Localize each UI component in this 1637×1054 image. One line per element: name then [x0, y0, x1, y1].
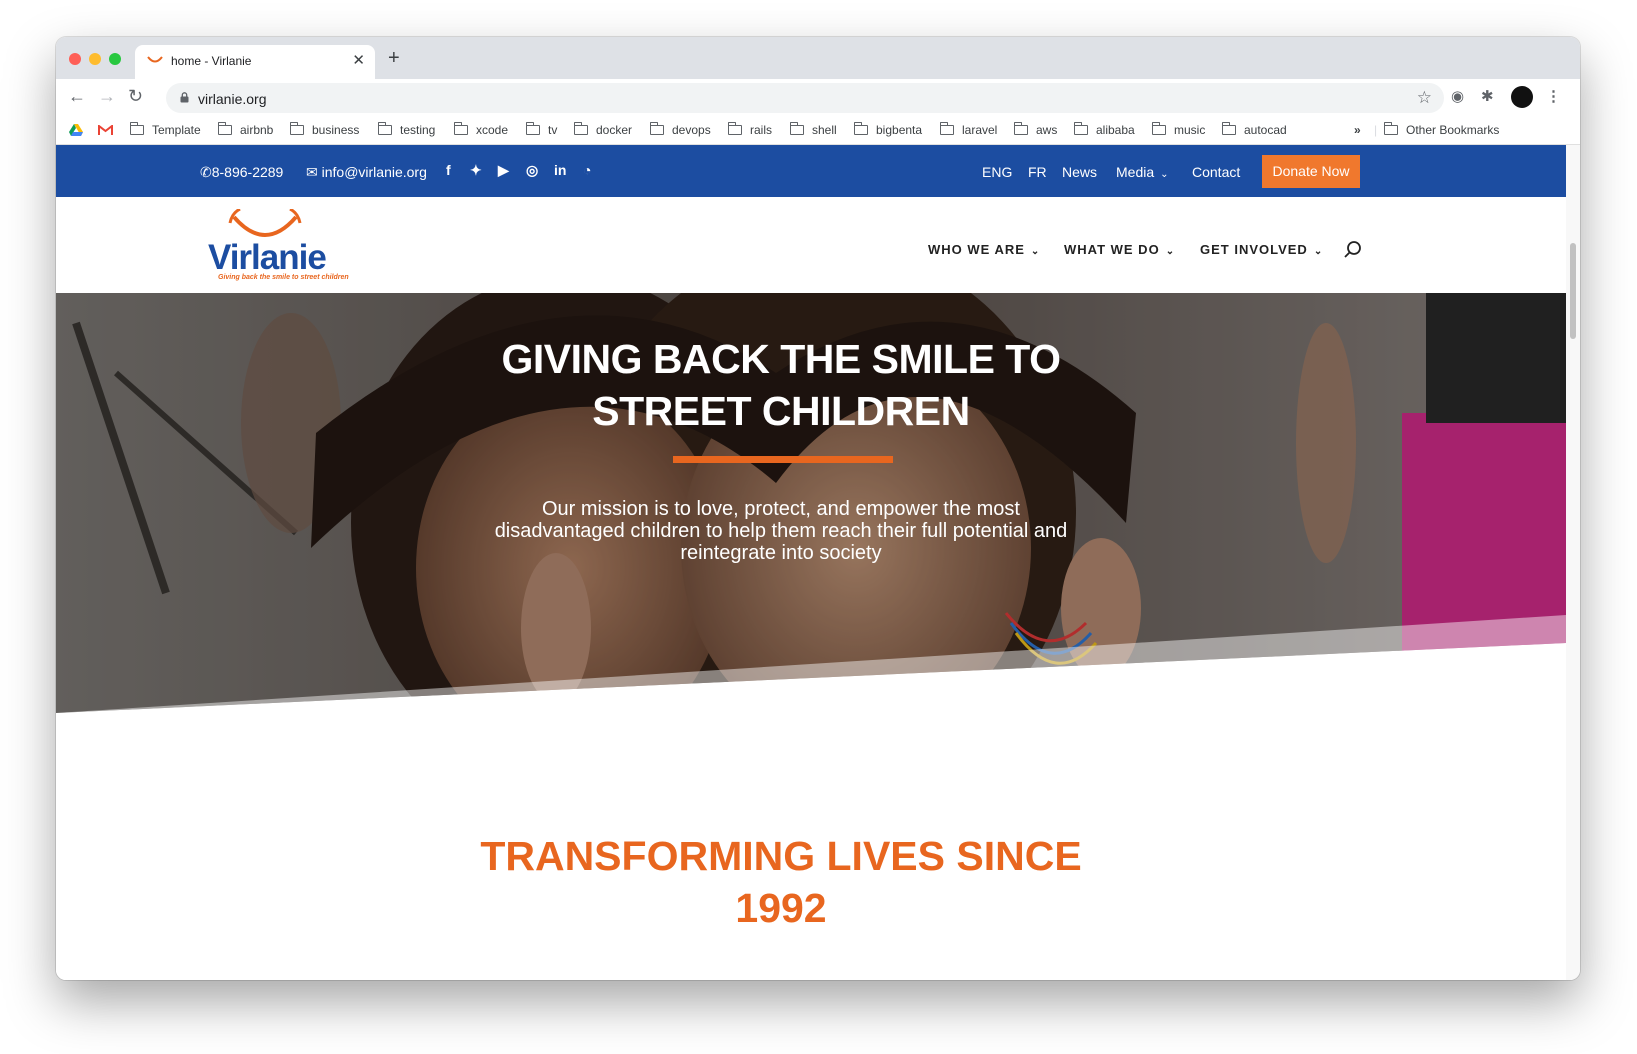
- zoom-window-button[interactable]: [109, 53, 121, 65]
- chevron-down-icon: ⌄: [1030, 246, 1041, 257]
- profile-avatar[interactable]: [1511, 86, 1533, 108]
- lang-eng-link[interactable]: ENG: [982, 164, 1012, 180]
- folder-icon: [1221, 122, 1236, 135]
- phone-link[interactable]: ✆8-896-2289: [200, 164, 283, 181]
- browser-menu-icon[interactable]: ⋮: [1546, 87, 1561, 105]
- hero-banner: GIVING BACK THE SMILE TO STREET CHILDREN…: [56, 293, 1566, 713]
- bookmark-xcode[interactable]: xcode: [453, 122, 508, 137]
- youtube-icon[interactable]: ▶: [498, 162, 509, 179]
- url-text: virlanie.org: [198, 91, 267, 107]
- page-viewport: ✆8-896-2289 ✉ info@virlanie.org f ✦ ▶ ◎ …: [56, 145, 1566, 980]
- donate-button[interactable]: Donate Now: [1262, 155, 1360, 188]
- nav-get-involved[interactable]: GET INVOLVED ⌄: [1200, 242, 1323, 257]
- folder-icon: [1383, 122, 1398, 135]
- new-tab-icon[interactable]: +: [388, 47, 400, 70]
- other-bookmarks[interactable]: Other Bookmarks: [1383, 122, 1499, 137]
- hero-subtitle: Our mission is to love, protect, and emp…: [494, 498, 1068, 564]
- nav-what-we-do[interactable]: WHAT WE DO ⌄: [1064, 242, 1175, 257]
- folder-icon: [573, 122, 588, 135]
- lang-fr-link[interactable]: FR: [1028, 164, 1047, 180]
- chevron-down-icon: ⌄: [1313, 246, 1324, 257]
- folder-icon: [129, 122, 144, 135]
- bookmark-devops[interactable]: devops: [649, 122, 711, 137]
- bookmark-laravel[interactable]: laravel: [939, 122, 997, 137]
- folder-icon: [1073, 122, 1088, 135]
- folder-icon: [453, 122, 468, 135]
- bookmark-tv[interactable]: tv: [525, 122, 557, 137]
- nav-who-we-are[interactable]: WHO WE ARE ⌄: [928, 242, 1040, 257]
- page-scrollbar[interactable]: [1566, 145, 1580, 980]
- email-link[interactable]: ✉ info@virlanie.org: [306, 164, 427, 181]
- folder-icon: [217, 122, 232, 135]
- twitter-icon[interactable]: ✦: [470, 162, 482, 179]
- bookmark-business[interactable]: business: [289, 122, 359, 137]
- intro-section: TRANSFORMING LIVES SINCE 1992: [56, 713, 1566, 980]
- folder-icon: [939, 122, 954, 135]
- browser-window: home - Virlanie ✕ + ← → ↻ virlanie.org ☆…: [56, 37, 1580, 980]
- bookmark-bigbenta[interactable]: bigbenta: [853, 122, 922, 137]
- facebook-icon[interactable]: f: [446, 162, 451, 178]
- camera-icon[interactable]: ◉: [1451, 87, 1464, 105]
- bookmarks-overflow-button[interactable]: »: [1354, 123, 1361, 137]
- folder-icon: [649, 122, 664, 135]
- browser-tab[interactable]: home - Virlanie ✕: [135, 45, 375, 79]
- bookmark-template[interactable]: Template: [129, 122, 201, 137]
- bookmarks-divider: |: [1374, 123, 1378, 137]
- site-logo[interactable]: Virlanie: [208, 238, 327, 278]
- instagram-icon[interactable]: ◎: [526, 162, 538, 179]
- forward-icon[interactable]: →: [98, 86, 116, 107]
- google-drive-icon[interactable]: [69, 124, 83, 137]
- bookmark-alibaba[interactable]: alibaba: [1073, 122, 1135, 137]
- scrollbar-thumb[interactable]: [1570, 243, 1576, 339]
- folder-icon: [789, 122, 804, 135]
- lock-icon: [180, 92, 189, 103]
- tab-close-icon[interactable]: ✕: [352, 51, 365, 69]
- bookmarks-bar: Template airbnb business testing xcode t…: [56, 117, 1580, 145]
- bookmark-autocad[interactable]: autocad: [1221, 122, 1287, 137]
- chevron-down-icon: ⌄: [1160, 169, 1169, 180]
- phone-icon: ✆: [200, 164, 212, 180]
- bookmark-shell[interactable]: shell: [789, 122, 837, 137]
- search-icon[interactable]: [1343, 240, 1363, 260]
- hero-title: GIVING BACK THE SMILE TO STREET CHILDREN: [501, 336, 1062, 434]
- folder-icon: [853, 122, 868, 135]
- folder-icon: [1151, 122, 1166, 135]
- media-menu[interactable]: Media ⌄: [1116, 164, 1169, 180]
- site-header: Virlanie Giving back the smile to street…: [56, 197, 1566, 293]
- folder-icon: [727, 122, 742, 135]
- bookmark-music[interactable]: music: [1151, 122, 1205, 137]
- contact-link[interactable]: Contact: [1192, 164, 1240, 180]
- close-window-button[interactable]: [69, 53, 81, 65]
- reload-icon[interactable]: ↻: [128, 86, 143, 107]
- back-icon[interactable]: ←: [68, 86, 86, 107]
- hero-divider: [673, 456, 893, 463]
- tab-title: home - Virlanie: [171, 54, 252, 68]
- virlanie-favicon-icon: [147, 56, 163, 63]
- minimize-window-button[interactable]: [89, 53, 101, 65]
- browser-toolbar: ← → ↻ virlanie.org ☆ ◉ ✱ ⋮: [56, 79, 1580, 117]
- folder-icon: [377, 122, 392, 135]
- folder-icon: [525, 122, 540, 135]
- envelope-icon: ✉: [306, 164, 318, 180]
- section-title: TRANSFORMING LIVES SINCE 1992: [480, 833, 1082, 931]
- news-link[interactable]: News: [1062, 164, 1097, 180]
- bookmark-rails[interactable]: rails: [727, 122, 772, 137]
- folder-icon: [1013, 122, 1028, 135]
- top-info-bar: ✆8-896-2289 ✉ info@virlanie.org f ✦ ▶ ◎ …: [56, 145, 1566, 197]
- extensions-icon[interactable]: ✱: [1481, 87, 1494, 105]
- bookmark-testing[interactable]: testing: [377, 122, 435, 137]
- address-bar[interactable]: virlanie.org ☆: [166, 83, 1444, 113]
- bookmark-aws[interactable]: aws: [1013, 122, 1057, 137]
- gmail-icon[interactable]: [98, 125, 113, 136]
- tab-strip: home - Virlanie ✕ +: [56, 37, 1580, 79]
- logo-tagline: Giving back the smile to street children: [218, 274, 349, 281]
- folder-icon: [289, 122, 304, 135]
- linkedin-icon[interactable]: in: [554, 162, 566, 178]
- chevron-down-icon: ⌄: [1165, 246, 1176, 257]
- bookmark-airbnb[interactable]: airbnb: [217, 122, 273, 137]
- bookmark-star-icon[interactable]: ☆: [1417, 88, 1432, 108]
- bookmark-docker[interactable]: docker: [573, 122, 632, 137]
- rss-icon[interactable]: ◔: [583, 162, 591, 178]
